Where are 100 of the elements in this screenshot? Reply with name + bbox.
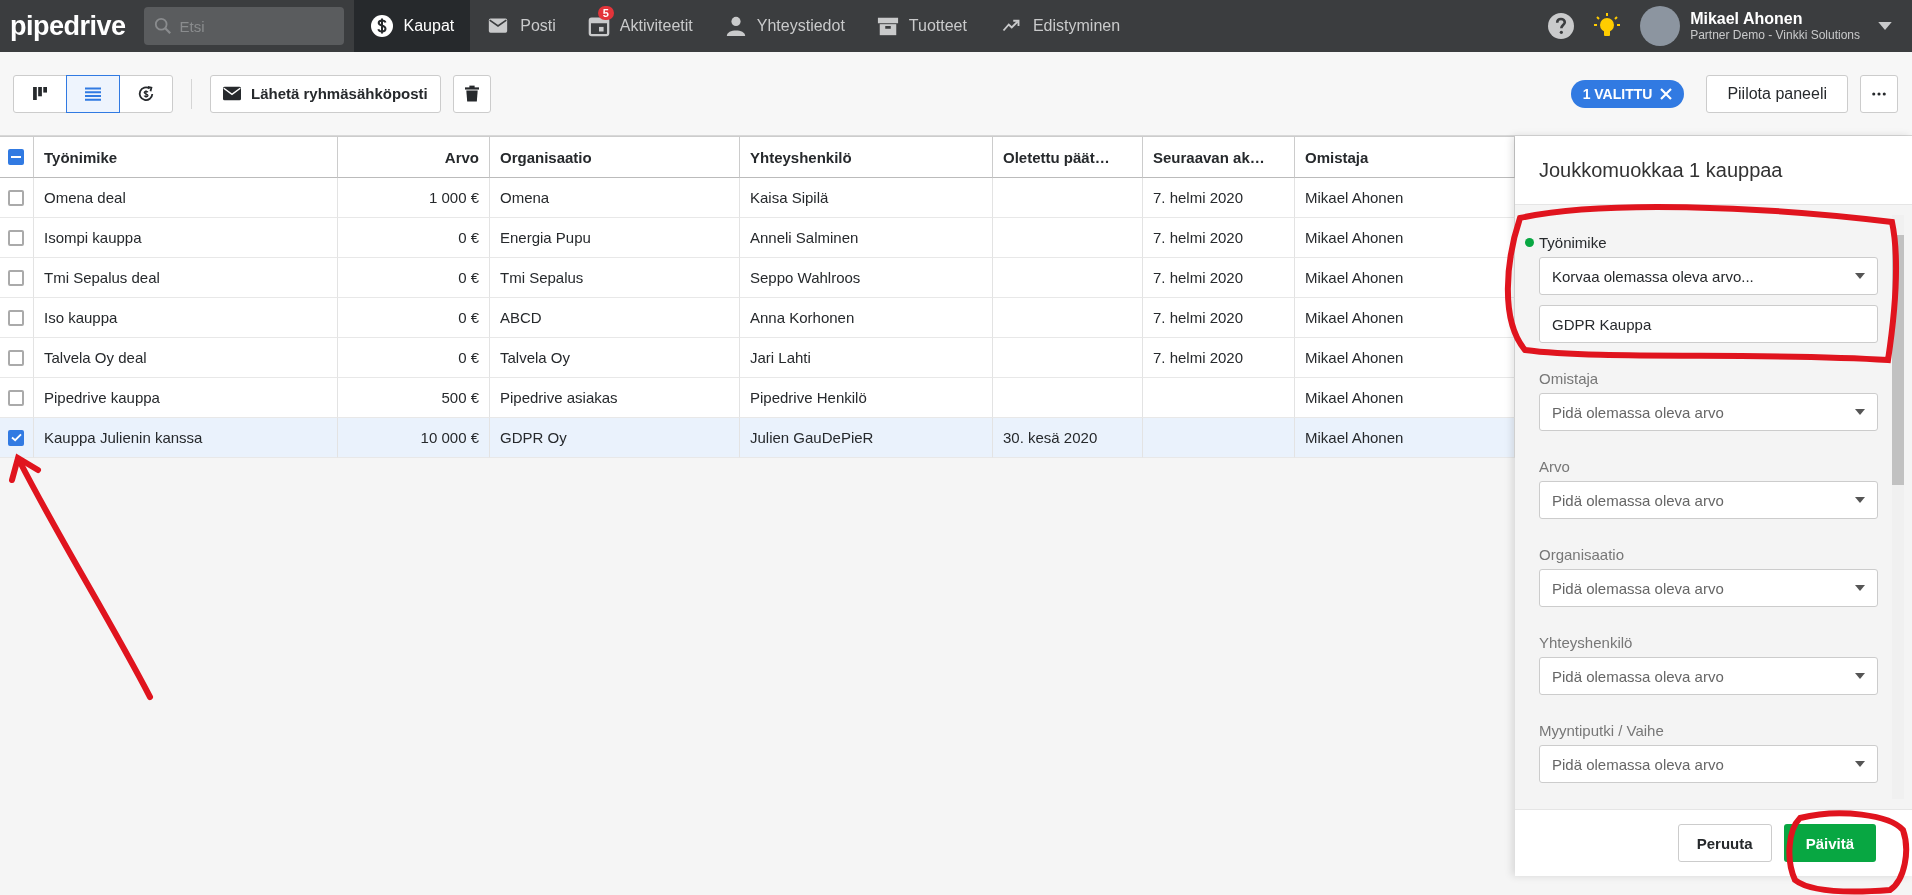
field-label: Työnimike [1539,233,1607,251]
table-cell: Talvela Oy deal [34,338,338,378]
table-cell: Mikael Ahonen [1295,298,1515,338]
select-all-checkbox[interactable] [8,149,24,165]
field-label: Organisaatio [1539,545,1625,563]
table-cell: 7. helmi 2020 [1143,178,1295,218]
nav-tab[interactable]: Yhteystiedot [708,0,861,52]
nav-tab[interactable]: Edistyminen [982,0,1137,52]
close-icon[interactable] [1660,87,1673,100]
table-cell: Anna Korhonen [740,298,993,338]
more-icon [1872,91,1886,96]
table-cell: 7. helmi 2020 [1143,258,1295,298]
table-cell: 7. helmi 2020 [1143,298,1295,338]
row-checkbox[interactable] [8,269,24,286]
table-cell: 7. helmi 2020 [1143,218,1295,258]
input-field[interactable]: GDPR Kauppa [1539,305,1878,343]
dropdown[interactable]: Pidä olemassa oleva arvo [1539,393,1878,431]
table-cell: ABCD [490,298,740,338]
table-cell: Julien GauDePieR [740,418,993,458]
view-toggle[interactable] [66,74,120,113]
column-header[interactable]: Oletettu päät… [993,137,1143,178]
nav-tab[interactable]: 5 Aktiviteetit [571,0,709,52]
table-cell: 30. kesä 2020 [993,418,1143,458]
row-checkbox[interactable] [8,189,24,206]
hide-panel-button[interactable]: Piilota paneeli [1706,74,1848,113]
table-cell: Talvela Oy [490,338,740,378]
dropdown[interactable]: Pidä olemassa oleva arvo [1539,657,1878,695]
group-email-button[interactable]: Lähetä ryhmäsähköposti [210,74,441,113]
field-label: Omistaja [1539,369,1599,387]
search-icon [153,17,172,35]
column-header[interactable]: Yhteyshenkilö [740,137,993,178]
column-header[interactable]: Seuraavan ak… [1143,137,1295,178]
table-cell: Iso kauppa [34,298,338,338]
scrollbar[interactable] [1892,215,1904,799]
table-cell: 10 000 € [338,418,490,458]
table-cell: Energia Pupu [490,218,740,258]
table-cell: Jari Lahti [740,338,993,378]
caret-icon [1855,585,1865,591]
dropdown[interactable]: Korvaa olemassa oleva arvo... [1539,257,1878,295]
field-label: Yhteyshenkilö [1539,633,1633,651]
table-cell: Kauppa Julienin kanssa [34,418,338,458]
dollar-cycle-icon [137,84,155,103]
help-icon[interactable] [1548,13,1575,39]
row-checkbox[interactable] [8,229,24,246]
table-cell: Seppo Wahlroos [740,258,993,298]
nav-tab[interactable]: Kaupat [353,0,471,52]
box-icon [876,15,899,37]
caret-icon [1855,673,1865,679]
table-cell: Kaisa Sipilä [740,178,993,218]
cancel-button[interactable]: Peruuta [1677,824,1772,862]
caret-icon [1855,273,1865,279]
column-header[interactable]: Organisaatio [490,137,740,178]
table-cell: 0 € [338,338,490,378]
table-cell: 0 € [338,218,490,258]
field-label: Myyntiputki / Vaihe [1539,721,1664,739]
dollar-icon [369,14,394,38]
dropdown[interactable]: Pidä olemassa oleva arvo [1539,569,1878,607]
list-icon [85,86,101,101]
dropdown[interactable]: Pidä olemassa oleva arvo [1539,745,1878,783]
column-header[interactable]: Työnimike [34,137,338,178]
table-cell: 7. helmi 2020 [1143,338,1295,378]
row-checkbox[interactable] [8,389,24,406]
view-toggle[interactable] [13,74,67,113]
delete-button[interactable] [452,74,491,113]
table-cell: 1 000 € [338,178,490,218]
table-cell: 0 € [338,258,490,298]
row-checkbox[interactable] [8,309,24,326]
table-cell: Anneli Salminen [740,218,993,258]
selection-count-badge[interactable]: 1 VALITTU [1570,79,1685,108]
caret-icon [1855,497,1865,503]
table-cell: Omena deal [34,178,338,218]
table-cell: 0 € [338,298,490,338]
table-cell: Tmi Sepalus deal [34,258,338,298]
caret-icon [1855,409,1865,415]
person-icon [724,15,747,37]
table-cell: Mikael Ahonen [1295,218,1515,258]
avatar[interactable] [1640,6,1681,46]
table-cell: GDPR Oy [490,418,740,458]
trash-icon [464,85,479,102]
table-cell: Isompi kauppa [34,218,338,258]
nav-tab[interactable]: Posti [470,0,572,52]
nav-tab[interactable]: Tuotteet [860,0,983,52]
row-checkbox[interactable] [8,349,24,366]
mail-icon [223,86,241,101]
company-name: Partner Demo - Vinkki Solutions [1690,28,1860,42]
table-cell: Mikael Ahonen [1295,418,1515,458]
caret-icon [1855,761,1865,767]
view-toggle[interactable] [119,74,173,113]
column-header[interactable]: Arvo [338,137,490,178]
columns-icon [32,87,48,100]
table-cell: Omena [490,178,740,218]
table-cell: Tmi Sepalus [490,258,740,298]
caret-icon[interactable] [1878,21,1892,31]
logo[interactable]: pipedrive [0,10,144,42]
calendar-icon [587,15,610,37]
dropdown[interactable]: Pidä olemassa oleva arvo [1539,481,1878,519]
notification-badge: 5 [597,6,614,20]
panel-title: Joukkomuokkaa 1 kauppaa [1539,158,1783,182]
user-name: Mikael Ahonen [1690,10,1804,28]
row-checkbox[interactable] [8,429,24,446]
